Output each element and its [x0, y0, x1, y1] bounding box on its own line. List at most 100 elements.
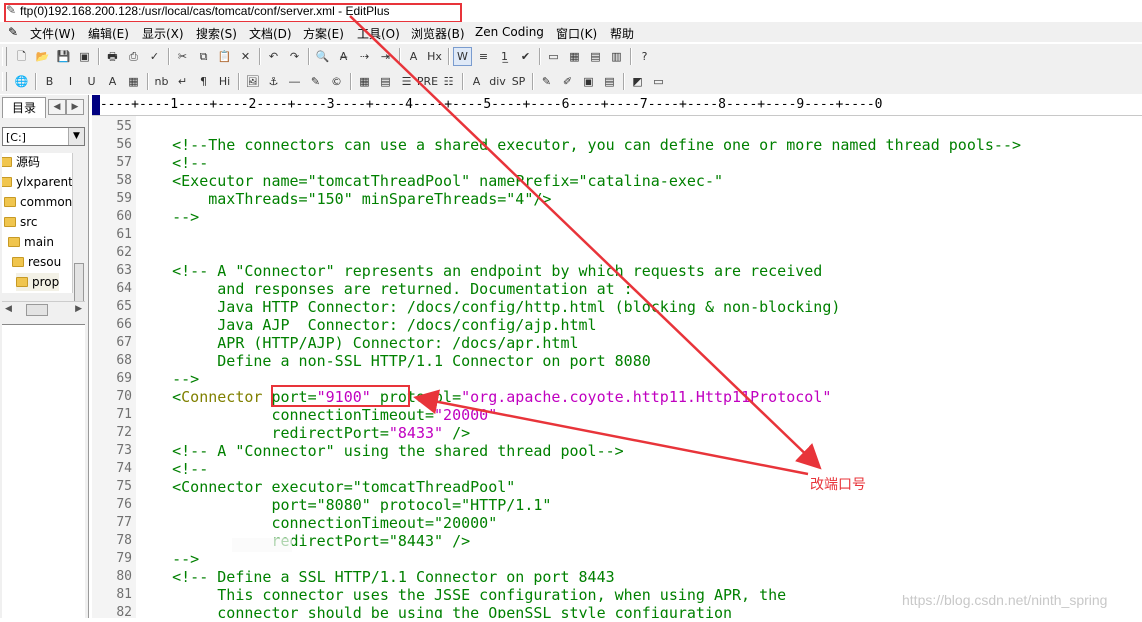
copy-icon[interactable]: ⧉: [194, 47, 213, 66]
italic-icon[interactable]: I: [61, 72, 80, 91]
list-icon[interactable]: ☷: [439, 72, 458, 91]
table-icon[interactable]: ▦: [355, 72, 374, 91]
heading-icon[interactable]: Hx: [425, 47, 444, 66]
line-number: 67: [116, 335, 132, 350]
tree-vertical-scrollbar[interactable]: [72, 153, 86, 313]
heading-tag-icon[interactable]: Hi: [215, 72, 234, 91]
save-icon[interactable]: 💾: [54, 47, 73, 66]
line-number: 72: [116, 425, 132, 440]
scroll-thumb[interactable]: [26, 304, 48, 316]
menu-item-9[interactable]: 窗口(K): [556, 25, 597, 42]
help-icon[interactable]: ?: [635, 47, 654, 66]
template-icon[interactable]: ▤: [600, 72, 619, 91]
print-preview-icon[interactable]: ⎙: [124, 47, 143, 66]
save-all-icon[interactable]: ▣: [75, 47, 94, 66]
menu-item-1[interactable]: 编辑(E): [88, 25, 129, 42]
word-wrap-icon[interactable]: W: [453, 47, 472, 66]
image-icon[interactable]: 🖼: [243, 72, 262, 91]
line-break-icon[interactable]: ↵: [173, 72, 192, 91]
menu-item-0[interactable]: 文件(W): [30, 25, 75, 42]
chevron-down-icon[interactable]: ▼: [68, 128, 84, 145]
line-number: 57: [116, 155, 132, 170]
edit-icon[interactable]: ✎: [537, 72, 556, 91]
tab-scroll-left-icon[interactable]: ◀: [48, 99, 66, 115]
delete-icon[interactable]: ✕: [236, 47, 255, 66]
file-list-pane[interactable]: [2, 324, 85, 619]
paste-icon[interactable]: 📋: [215, 47, 234, 66]
menu-item-8[interactable]: Zen Coding: [475, 25, 544, 39]
ruler-icon[interactable]: 1̲: [495, 47, 514, 66]
color-picker-icon[interactable]: ◩: [628, 72, 647, 91]
line-number: 64: [116, 281, 132, 296]
tree-item[interactable]: main: [8, 233, 54, 251]
toolbar-separator: [630, 48, 632, 65]
layout-icon[interactable]: ▦: [565, 47, 584, 66]
menu-item-10[interactable]: 帮助: [610, 25, 634, 42]
underline-icon[interactable]: U: [82, 72, 101, 91]
pen-icon[interactable]: ✎: [306, 72, 325, 91]
screen-icon[interactable]: ▭: [544, 47, 563, 66]
scroll-left-icon[interactable]: ◀: [5, 304, 12, 314]
color-grid-icon[interactable]: ▦: [124, 72, 143, 91]
open-icon[interactable]: 📂: [33, 47, 52, 66]
print-icon[interactable]: 🖶: [103, 47, 122, 66]
spell-check-icon[interactable]: ✓: [145, 47, 164, 66]
cut-icon[interactable]: ✂: [173, 47, 192, 66]
font-color-icon[interactable]: A: [103, 72, 122, 91]
browser-icon[interactable]: 🌐: [12, 72, 31, 91]
indent-icon[interactable]: ⇥: [376, 47, 395, 66]
style-icon[interactable]: ✐: [558, 72, 577, 91]
bold-icon[interactable]: B: [40, 72, 59, 91]
tab-scroll-right-icon[interactable]: ▶: [66, 99, 84, 115]
tree-horizontal-scrollbar[interactable]: ◀ ▶: [2, 301, 85, 317]
pre-icon[interactable]: PRE: [417, 72, 438, 91]
code-line: <Connector port="9100" protocol="org.apa…: [136, 388, 831, 406]
code-line: <!--: [136, 154, 208, 172]
check-icon[interactable]: ✔: [516, 47, 535, 66]
nbsp-icon[interactable]: nb: [152, 72, 171, 91]
anchor-icon[interactable]: ⚓: [264, 72, 283, 91]
tree-item[interactable]: resou: [12, 253, 61, 271]
toolbar-main: 🗋 📂 💾 ▣ 🖶 ⎙ ✓ ✂ ⧉ 📋 ✕ ↶ ↷ 🔍 A̶ ⇢ ⇥ A Hx W ≡ 1̲ ✔ ▭ ▦ ▤ ▥?: [0, 44, 1142, 69]
menu-item-7[interactable]: 浏览器(B): [411, 25, 465, 42]
tree-item[interactable]: src: [4, 213, 38, 231]
code-token: <: [136, 388, 182, 406]
tree-item[interactable]: prop: [16, 273, 60, 291]
line-number: 71: [116, 407, 132, 422]
go-to-icon[interactable]: ⇢: [355, 47, 374, 66]
tree-item[interactable]: 源码: [2, 153, 40, 171]
paragraph-icon[interactable]: ¶: [194, 72, 213, 91]
menu-item-2[interactable]: 显示(X): [142, 25, 184, 42]
code-line: Java HTTP Connector: /docs/config/http.h…: [136, 298, 840, 316]
preview-icon[interactable]: ▣: [579, 72, 598, 91]
menu-item-4[interactable]: 文档(D): [249, 25, 292, 42]
window-icon[interactable]: ▤: [586, 47, 605, 66]
panel-icon[interactable]: ▭: [649, 72, 668, 91]
div-icon[interactable]: div: [488, 72, 507, 91]
tree-item[interactable]: ylxparent: [2, 173, 72, 191]
new-icon[interactable]: 🗋: [12, 47, 31, 66]
menu-item-3[interactable]: 搜索(S): [196, 25, 237, 42]
font-icon[interactable]: A: [404, 47, 423, 66]
menu-item-5[interactable]: 方案(E): [303, 25, 344, 42]
tree-item[interactable]: common: [4, 193, 72, 211]
find-icon[interactable]: 🔍: [313, 47, 332, 66]
scroll-right-icon[interactable]: ▶: [75, 304, 82, 314]
undo-icon[interactable]: ↶: [264, 47, 283, 66]
form-icon[interactable]: ▤: [376, 72, 395, 91]
center-icon[interactable]: ☰: [397, 72, 416, 91]
drive-select[interactable]: [C:] ▼: [2, 127, 85, 146]
special-char-icon[interactable]: ©: [327, 72, 346, 91]
span-icon[interactable]: SP: [509, 72, 528, 91]
line-number: 75: [116, 479, 132, 494]
tile-icon[interactable]: ▥: [607, 47, 626, 66]
toolbar-html: 🌐 B I U A ▦ nb ↵ ¶ Hi 🖼 ⚓ ― ✎ © ▦ ▤ ☰ PRE ☷ Adiv SP ✎ ✐ ▣ ▤ ◩ ▭: [0, 69, 1142, 94]
wrap-lines-icon[interactable]: ≡: [474, 47, 493, 66]
menu-item-6[interactable]: 工具(O): [357, 25, 400, 42]
redo-icon[interactable]: ↷: [285, 47, 304, 66]
text-icon[interactable]: A: [467, 72, 486, 91]
tab-directory[interactable]: 目录: [2, 97, 46, 118]
hr-icon[interactable]: ―: [285, 72, 304, 91]
folder-icon: [8, 237, 20, 247]
replace-icon[interactable]: A̶: [334, 47, 353, 66]
